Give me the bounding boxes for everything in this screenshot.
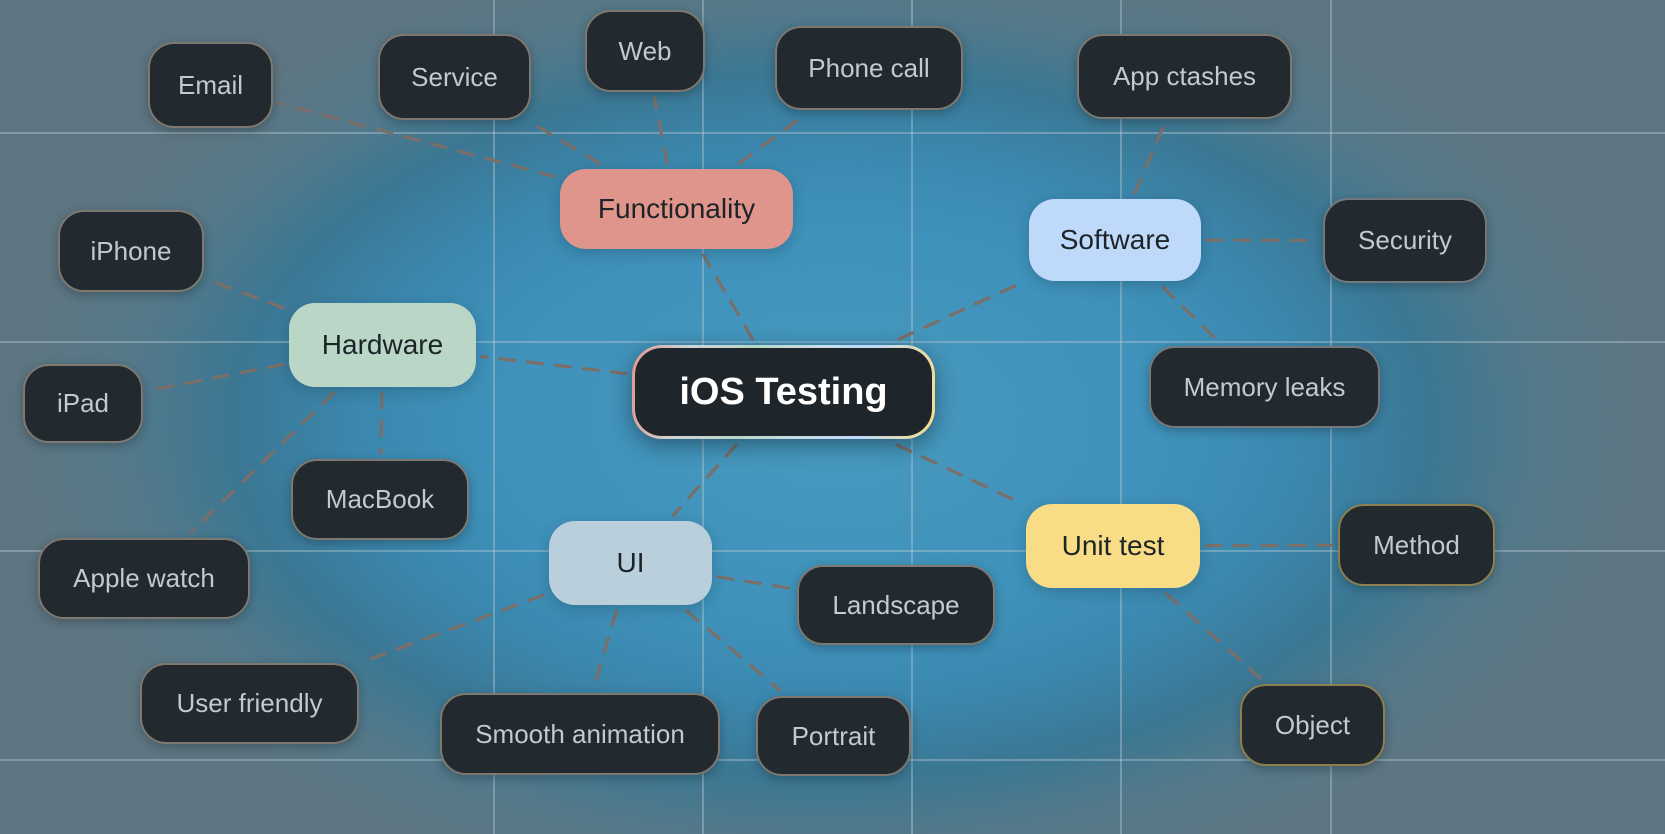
- leaf-node-ipad[interactable]: iPad: [23, 364, 143, 443]
- leaf-node-phonecall[interactable]: Phone call: [775, 26, 963, 110]
- leaf-node-label: App ctashes: [1112, 61, 1257, 91]
- category-node-unittest[interactable]: Unit test: [1026, 504, 1200, 588]
- leaf-node-service[interactable]: Service: [378, 34, 531, 120]
- category-node-functionality[interactable]: Functionality: [560, 169, 793, 249]
- category-node-label: UI: [616, 547, 645, 578]
- leaf-node-label: Phone call: [808, 52, 930, 83]
- category-node-hardware[interactable]: Hardware: [289, 303, 476, 387]
- grid-line-vertical-3: [1120, 0, 1122, 834]
- leaf-node-label: Method: [1373, 529, 1460, 560]
- leaf-node-label: Smooth animation: [475, 718, 685, 749]
- leaf-node-landscape[interactable]: Landscape: [797, 565, 995, 645]
- leaf-node-memoryleaks[interactable]: Memory leaks: [1149, 346, 1380, 428]
- leaf-node-appcrashes[interactable]: App ctashes: [1077, 34, 1292, 119]
- root-node-label: iOS Testing: [679, 370, 888, 413]
- leaf-node-iphone[interactable]: iPhone: [58, 210, 204, 292]
- leaf-node-label: MacBook: [325, 484, 435, 514]
- grid-line-horizontal-1: [0, 341, 1665, 343]
- leaf-node-label: Object: [1274, 709, 1351, 740]
- leaf-node-label: User friendly: [176, 688, 323, 718]
- category-node-label: Unit test: [1061, 530, 1165, 561]
- leaf-node-label: iPhone: [90, 235, 172, 266]
- leaf-node-label: Service: [411, 61, 498, 92]
- leaf-node-email[interactable]: Email: [148, 42, 273, 128]
- leaf-node-label: Security: [1358, 225, 1452, 255]
- leaf-node-object[interactable]: Object: [1240, 684, 1385, 766]
- category-node-label: Functionality: [597, 193, 756, 224]
- leaf-node-label: iPad: [56, 388, 110, 418]
- leaf-node-label: Landscape: [832, 589, 960, 620]
- leaf-node-label: Email: [177, 69, 243, 100]
- category-node-software[interactable]: Software: [1029, 199, 1201, 281]
- leaf-node-web[interactable]: Web: [585, 10, 705, 92]
- leaf-node-portrait[interactable]: Portrait: [756, 696, 911, 776]
- leaf-node-userfriendly[interactable]: User friendly: [140, 663, 359, 744]
- category-node-label: Software: [1059, 224, 1171, 255]
- leaf-node-security[interactable]: Security: [1323, 198, 1487, 283]
- category-node-label: Hardware: [321, 329, 444, 360]
- grid-line-horizontal-0: [0, 132, 1665, 134]
- leaf-node-label: Apple watch: [73, 563, 215, 593]
- leaf-node-applewatch[interactable]: Apple watch: [38, 538, 250, 619]
- leaf-node-method[interactable]: Method: [1338, 504, 1495, 586]
- leaf-node-macbook[interactable]: MacBook: [291, 459, 469, 540]
- root-node-ios-testing[interactable]: iOS Testing: [632, 345, 935, 439]
- mindmap-canvas: Functionality Software Hardware UI Unit test…: [0, 0, 1665, 834]
- leaf-node-label: Memory leaks: [1183, 371, 1346, 402]
- category-node-ui[interactable]: UI: [549, 521, 712, 605]
- leaf-node-label: Web: [618, 35, 672, 66]
- leaf-node-label: Portrait: [791, 720, 876, 751]
- leaf-node-smoothanimation[interactable]: Smooth animation: [440, 693, 720, 775]
